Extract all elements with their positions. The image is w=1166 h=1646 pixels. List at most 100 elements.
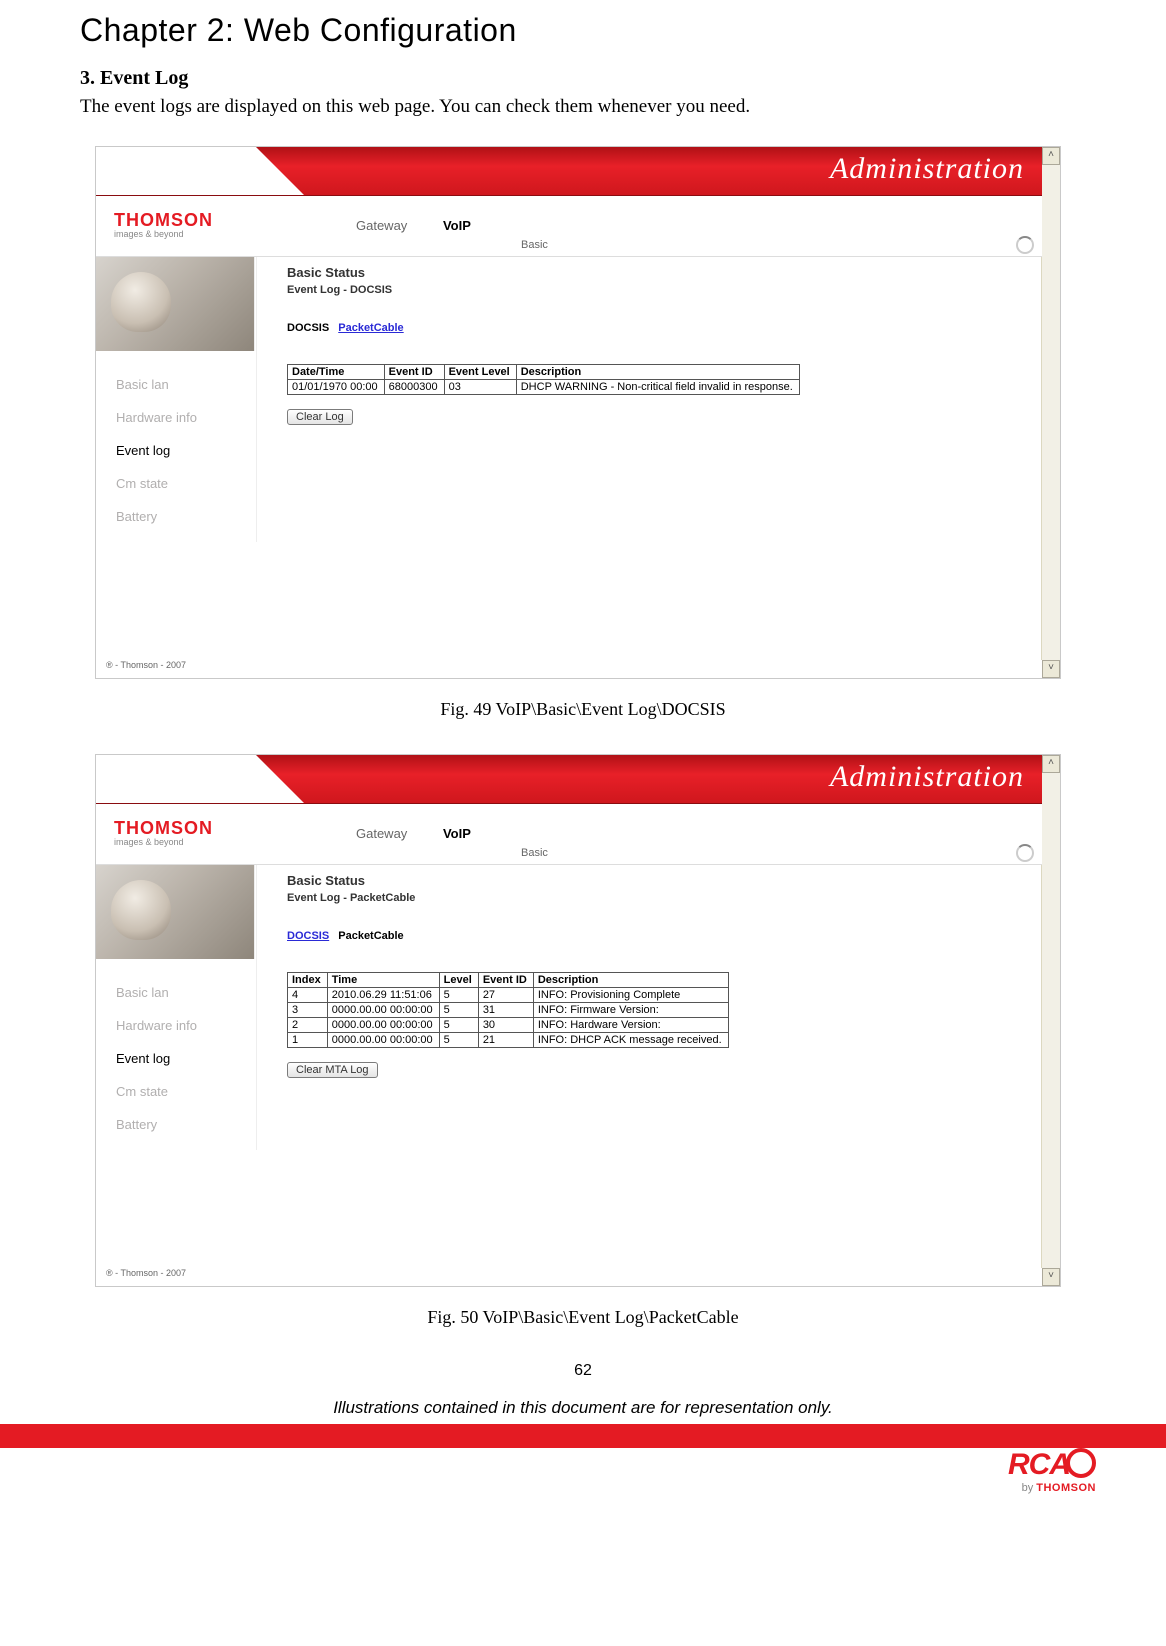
cell-time: 0000.00.00 00:00:00 — [327, 1033, 439, 1048]
table-row: 3 0000.00.00 00:00:00 5 31 INFO: Firmwar… — [288, 1003, 729, 1018]
col-event-id: Event ID — [478, 973, 533, 988]
admin-label: Administration — [830, 760, 1024, 794]
table-header-row: Index Time Level Event ID Description — [288, 973, 729, 988]
cell-time: 2010.06.29 11:51:06 — [327, 988, 439, 1003]
sidebar-item-cm-state[interactable]: Cm state — [116, 1084, 256, 1099]
cell-description: INFO: Firmware Version: — [533, 1003, 728, 1018]
cell-index: 4 — [288, 988, 328, 1003]
sidebar-item-basic-lan[interactable]: Basic lan — [116, 985, 256, 1000]
scrollbar-track[interactable] — [1041, 165, 1060, 660]
cell-time: 0000.00.00 00:00:00 — [327, 1018, 439, 1033]
col-event-level: Event Level — [444, 365, 516, 380]
cell-event-id: 68000300 — [384, 380, 444, 395]
cell-event-level: 03 — [444, 380, 516, 395]
scroll-up-icon[interactable]: ˄ — [1042, 755, 1060, 773]
footer-note: Illustrations contained in this document… — [80, 1398, 1086, 1418]
cell-description: INFO: DHCP ACK message received. — [533, 1033, 728, 1048]
cell-description: INFO: Provisioning Complete — [533, 988, 728, 1003]
col-time: Time — [327, 973, 439, 988]
tab-packetcable[interactable]: PacketCable — [338, 930, 403, 942]
nav-voip[interactable]: VoIP — [443, 826, 471, 841]
tab-docsis[interactable]: DOCSIS — [287, 930, 329, 942]
cell-index: 2 — [288, 1018, 328, 1033]
table-header-row: Date/Time Event ID Event Level Descripti… — [288, 365, 800, 380]
section-body: The event logs are displayed on this web… — [80, 96, 1086, 118]
cell-event-id: 30 — [478, 1018, 533, 1033]
table-row: 2 0000.00.00 00:00:00 5 30 INFO: Hardwar… — [288, 1018, 729, 1033]
by-thomson-label: by THOMSON — [1022, 1482, 1096, 1494]
rca-circle-icon — [1066, 1448, 1096, 1478]
section-title: 3. Event Log — [80, 67, 1086, 90]
scroll-down-icon[interactable]: ˅ — [1042, 1268, 1060, 1286]
avatar-image — [96, 865, 255, 959]
panel-title: Basic Status — [287, 265, 1032, 280]
rca-logo: RCA — [1008, 1448, 1096, 1482]
cell-level: 5 — [439, 1003, 478, 1018]
chapter-title: Chapter 2: Web Configuration — [80, 12, 1086, 49]
nav-gateway[interactable]: Gateway — [356, 218, 407, 233]
sidebar-item-cm-state[interactable]: Cm state — [116, 476, 256, 491]
cell-level: 5 — [439, 988, 478, 1003]
admin-label: Administration — [830, 152, 1024, 186]
col-datetime: Date/Time — [288, 365, 385, 380]
sidebar-item-battery[interactable]: Battery — [116, 1117, 256, 1132]
col-event-id: Event ID — [384, 365, 444, 380]
cell-index: 1 — [288, 1033, 328, 1048]
loading-spinner-icon — [1016, 236, 1034, 254]
scrollbar-track[interactable] — [1041, 773, 1060, 1268]
logo-text: THOMSON — [114, 210, 213, 231]
nav-voip[interactable]: VoIP — [443, 218, 471, 233]
figure-caption-50: Fig. 50 VoIP\Basic\Event Log\PacketCable — [80, 1307, 1086, 1328]
page-number: 62 — [80, 1362, 1086, 1380]
event-log-table: Index Time Level Event ID Description 4 … — [287, 972, 729, 1048]
panel-subtitle: Event Log - DOCSIS — [287, 284, 1032, 296]
event-log-table: Date/Time Event ID Event Level Descripti… — [287, 364, 800, 395]
cell-event-id: 21 — [478, 1033, 533, 1048]
copyright: ® - Thomson - 2007 — [106, 660, 186, 670]
bottom-red-bar — [0, 1424, 1166, 1448]
scroll-down-icon[interactable]: ˅ — [1042, 660, 1060, 678]
subnav-basic[interactable]: Basic — [521, 847, 548, 859]
logo-row: THOMSON images & beyond Gateway VoIP Bas… — [96, 196, 1042, 257]
avatar-image — [96, 257, 255, 351]
loading-spinner-icon — [1016, 844, 1034, 862]
panel-subtitle: Event Log - PacketCable — [287, 892, 1032, 904]
panel-title: Basic Status — [287, 873, 1032, 888]
nav-gateway[interactable]: Gateway — [356, 826, 407, 841]
tab-docsis[interactable]: DOCSIS — [287, 322, 329, 334]
cell-event-id: 31 — [478, 1003, 533, 1018]
scroll-up-icon[interactable]: ˄ — [1042, 147, 1060, 165]
cell-description: DHCP WARNING - Non-critical field invali… — [516, 380, 799, 395]
clear-log-button[interactable]: Clear Log — [287, 409, 353, 425]
header-banner: Administration — [96, 755, 1042, 804]
cell-event-id: 27 — [478, 988, 533, 1003]
screenshot-fig50: ˄ ˅ Administration THOMSON images & beyo… — [95, 754, 1061, 1287]
col-level: Level — [439, 973, 478, 988]
figure-caption-49: Fig. 49 VoIP\Basic\Event Log\DOCSIS — [80, 699, 1086, 720]
sidebar-item-basic-lan[interactable]: Basic lan — [116, 377, 256, 392]
cell-level: 5 — [439, 1018, 478, 1033]
sidebar-item-hardware-info[interactable]: Hardware info — [116, 410, 256, 425]
col-description: Description — [516, 365, 799, 380]
col-description: Description — [533, 973, 728, 988]
subnav-basic[interactable]: Basic — [521, 239, 548, 251]
cell-level: 5 — [439, 1033, 478, 1048]
logo-row: THOMSON images & beyond Gateway VoIP Bas… — [96, 804, 1042, 865]
table-row: 1 0000.00.00 00:00:00 5 21 INFO: DHCP AC… — [288, 1033, 729, 1048]
screenshot-fig49: ˄ ˅ Administration THOMSON images & beyo… — [95, 146, 1061, 679]
copyright: ® - Thomson - 2007 — [106, 1268, 186, 1278]
cell-time: 0000.00.00 00:00:00 — [327, 1003, 439, 1018]
sidebar-item-event-log[interactable]: Event log — [116, 443, 256, 458]
cell-description: INFO: Hardware Version: — [533, 1018, 728, 1033]
header-banner: Administration — [96, 147, 1042, 196]
clear-mta-log-button[interactable]: Clear MTA Log — [287, 1062, 378, 1078]
sidebar-item-hardware-info[interactable]: Hardware info — [116, 1018, 256, 1033]
sidebar-item-battery[interactable]: Battery — [116, 509, 256, 524]
cell-datetime: 01/01/1970 00:00 — [288, 380, 385, 395]
table-row: 4 2010.06.29 11:51:06 5 27 INFO: Provisi… — [288, 988, 729, 1003]
logo-text: THOMSON — [114, 818, 213, 839]
tab-packetcable[interactable]: PacketCable — [338, 322, 403, 334]
sidebar-item-event-log[interactable]: Event log — [116, 1051, 256, 1066]
col-index: Index — [288, 973, 328, 988]
cell-index: 3 — [288, 1003, 328, 1018]
